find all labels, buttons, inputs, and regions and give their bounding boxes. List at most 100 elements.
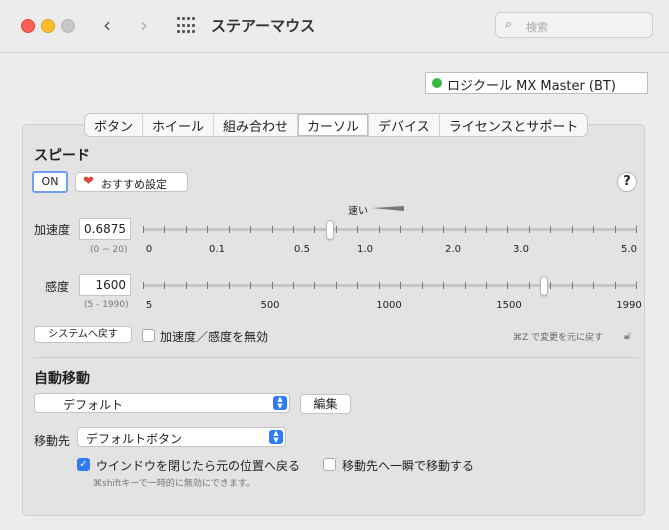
show-all-grid-icon[interactable]	[177, 17, 195, 35]
sensitivity-slider-tick	[550, 282, 552, 289]
window-title: ステアーマウス	[211, 17, 316, 35]
acceleration-slider-tick-label: 1.0	[357, 244, 373, 255]
sensitivity-slider-tick	[207, 282, 209, 289]
sensitivity-slider-tick	[250, 282, 252, 289]
destination-value: デフォルトボタン	[86, 432, 183, 446]
acceleration-slider-tick-label: 0.1	[209, 244, 225, 255]
acceleration-slider-tick-label: 5.0	[621, 244, 637, 255]
acceleration-slider-tick	[550, 226, 552, 233]
return-position-checkbox[interactable]: ✓	[77, 458, 90, 471]
sensitivity-slider-tick	[571, 282, 573, 289]
acceleration-slider-tick	[571, 226, 573, 233]
preferences-window: ‹ › ステアーマウス ⌕ 検索 ロジクール MX Master (BT) ボタ…	[0, 0, 669, 530]
acceleration-slider-tick	[443, 226, 445, 233]
acceleration-slider-tick	[250, 226, 252, 233]
sensitivity-slider-tick	[485, 282, 487, 289]
acceleration-slider-track[interactable]	[143, 228, 636, 231]
tab-combination[interactable]: 組み合わせ	[214, 114, 299, 136]
acceleration-slider-tick	[400, 226, 402, 233]
sensitivity-slider-tick	[314, 282, 316, 289]
search-placeholder: 検索	[526, 21, 548, 34]
titlebar: ‹ › ステアーマウス ⌕ 検索	[0, 0, 669, 53]
recommended-settings-button[interactable]: ❤ おすすめ設定	[75, 172, 188, 192]
acceleration-slider-tick	[185, 226, 187, 233]
acceleration-range: (0 ~ 20)	[90, 245, 128, 255]
tab-cursor[interactable]: カーソル	[298, 114, 370, 136]
help-button[interactable]: ?	[617, 172, 637, 192]
sensitivity-slider-tick	[378, 282, 380, 289]
sensitivity-slider-tick-label: 500	[260, 300, 280, 311]
revert-to-system-button[interactable]: システムへ戻す	[34, 326, 132, 343]
tab-wheel[interactable]: ホイール	[143, 114, 215, 136]
sensitivity-slider-tick	[593, 282, 595, 289]
acceleration-slider-tick	[528, 226, 530, 233]
acceleration-slider-tick	[593, 226, 595, 233]
recommended-settings-label: おすすめ設定	[101, 178, 167, 191]
sensitivity-slider-tick-label: 5	[145, 300, 153, 311]
sensitivity-slider-tick-label: 1990	[616, 300, 642, 311]
disable-accel-checkbox[interactable]	[142, 329, 155, 342]
destination-popup[interactable]: デフォルトボタン ▲ ▼	[77, 427, 286, 447]
sensitivity-slider-tick	[228, 282, 230, 289]
sensitivity-slider-track[interactable]	[143, 284, 636, 287]
tab-device[interactable]: デバイス	[369, 114, 440, 136]
acceleration-slider-tick	[614, 226, 616, 233]
tab-buttons[interactable]: ボタン	[85, 114, 144, 136]
destination-label: 移動先	[34, 434, 71, 448]
acceleration-slider-tick	[507, 226, 509, 233]
tab-bar: ボタン ホイール 組み合わせ カーソル デバイス ライセンスとサポート	[84, 113, 589, 137]
acceleration-slider-tick-label: 3.0	[513, 244, 529, 255]
sensitivity-label: 感度	[45, 280, 70, 294]
sensitivity-slider-knob[interactable]	[540, 276, 549, 296]
updown-arrows-icon: ▲ ▼	[269, 430, 283, 444]
speed-wedge-icon	[372, 206, 404, 211]
acceleration-slider-tick	[207, 226, 209, 233]
sensitivity-slider-tick	[636, 282, 637, 289]
instant-move-checkbox[interactable]	[323, 458, 336, 471]
minimize-button[interactable]	[41, 19, 55, 33]
sensitivity-slider-tick	[464, 282, 466, 289]
forward-chevron-icon[interactable]: ›	[140, 13, 148, 37]
acceleration-slider-tick	[314, 226, 316, 233]
acceleration-slider-tick	[464, 226, 466, 233]
close-button[interactable]	[21, 19, 35, 33]
acceleration-slider-tick-label: 0.5	[294, 244, 310, 255]
acceleration-slider-tick	[271, 226, 273, 233]
auto-move-heading: 自動移動	[34, 371, 90, 387]
edit-button[interactable]: 編集	[300, 394, 351, 414]
acceleration-slider-tick	[636, 226, 637, 233]
disable-accel-label: 加速度／感度を無効	[160, 330, 269, 344]
undo-hint: ⌘Z で変更を元に戻す	[513, 333, 604, 343]
preset-popup[interactable]: デフォルト ▲ ▼	[34, 393, 290, 413]
device-selector[interactable]: ロジクール MX Master (BT)	[425, 72, 648, 94]
sensitivity-slider-tick-label: 1000	[376, 300, 402, 311]
zoom-button[interactable]	[61, 19, 75, 33]
acceleration-slider-tick-label: 0	[145, 244, 153, 255]
sensitivity-slider-tick	[335, 282, 337, 289]
sensitivity-slider-tick	[143, 282, 144, 289]
search-icon: ⌕	[505, 17, 513, 32]
acceleration-input[interactable]: 0.6875	[79, 218, 131, 240]
sensitivity-slider-tick	[421, 282, 423, 289]
sensitivity-range: (5 - 1990)	[84, 300, 129, 310]
sensitivity-slider-tick	[443, 282, 445, 289]
speed-heading: スピード	[34, 148, 90, 164]
sensitivity-slider-tick	[293, 282, 295, 289]
device-status-dot	[432, 78, 442, 88]
sensitivity-slider-tick	[185, 282, 187, 289]
section-divider	[34, 357, 638, 358]
sensitivity-slider-tick	[164, 282, 166, 289]
sensitivity-slider-tick	[507, 282, 509, 289]
back-chevron-icon[interactable]: ‹	[103, 13, 111, 37]
tab-license-support[interactable]: ライセンスとサポート	[440, 114, 588, 136]
acceleration-slider-tick	[228, 226, 230, 233]
instant-move-label: 移動先へ一瞬で移動する	[342, 459, 475, 473]
acceleration-slider-tick	[357, 226, 359, 233]
sensitivity-slider-tick	[528, 282, 530, 289]
sensitivity-slider-tick	[357, 282, 359, 289]
sensitivity-input[interactable]: 1600	[79, 274, 131, 296]
on-button[interactable]: ON	[32, 171, 68, 193]
acceleration-slider-knob[interactable]	[326, 220, 335, 240]
search-field[interactable]: ⌕ 検索	[495, 12, 653, 38]
lock-icon[interactable]: 🔓︎	[624, 329, 631, 343]
